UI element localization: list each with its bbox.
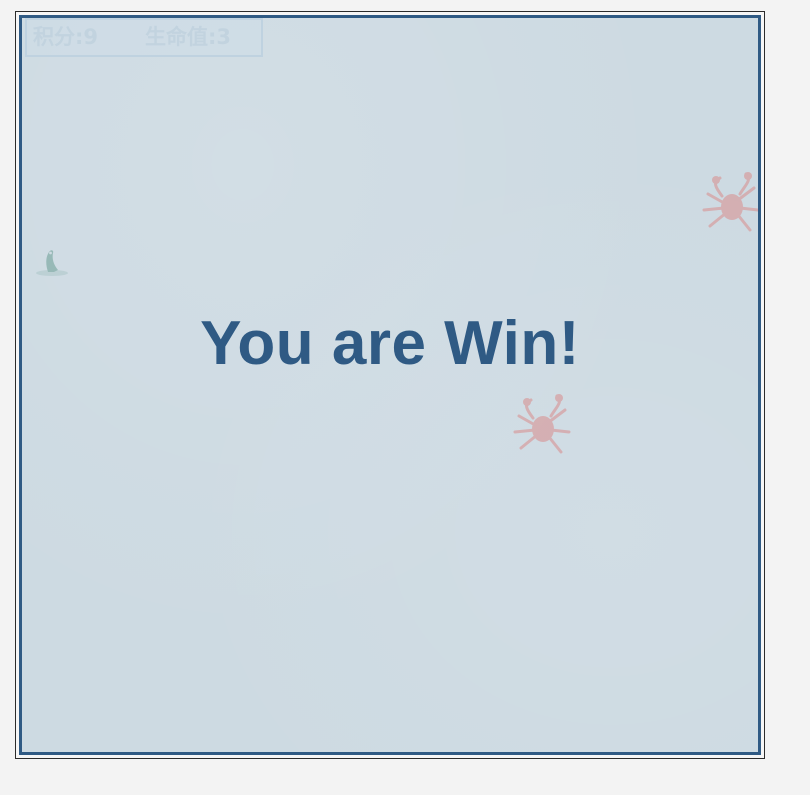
game-frame: 积分:9 生命值:3 You are Win! [15, 11, 765, 759]
hud-panel: 积分:9 生命值:3 [25, 18, 263, 57]
lives-label: 生命值:3 [145, 25, 232, 49]
fish-icon [32, 240, 72, 285]
game-board[interactable]: 积分:9 生命值:3 You are Win! [19, 15, 761, 755]
win-message: You are Win! [200, 309, 580, 378]
crab-icon [694, 170, 758, 245]
score-label: 积分:9 [33, 25, 99, 49]
crab-icon [505, 392, 575, 467]
